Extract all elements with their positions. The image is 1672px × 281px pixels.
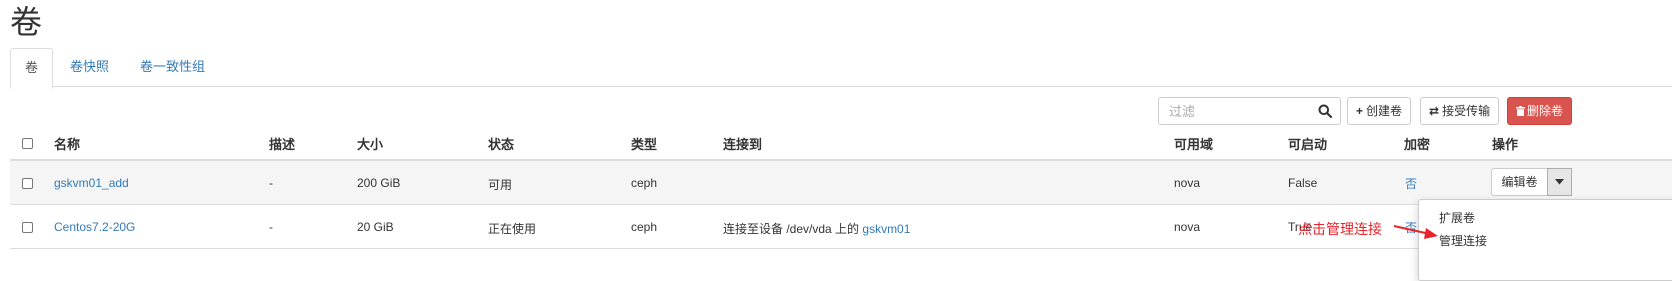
actions-dropdown-toggle[interactable] xyxy=(1547,168,1572,196)
col-header-attached-to[interactable]: 连接到 xyxy=(723,134,762,153)
row-checkbox[interactable] xyxy=(22,178,33,189)
col-header-bootable[interactable]: 可启动 xyxy=(1288,134,1327,153)
transfer-icon: ⇄ xyxy=(1429,104,1440,118)
volume-bootable: False xyxy=(1288,176,1318,190)
col-header-name[interactable]: 名称 xyxy=(54,134,80,153)
volume-description: - xyxy=(269,176,273,190)
attached-instance-link[interactable]: gskvm01 xyxy=(862,222,910,236)
table-row xyxy=(10,161,1672,204)
actions-dropdown-menu: 扩展卷 管理连接 xyxy=(1418,199,1672,281)
menu-item-manage-attachments[interactable]: 管理连接 xyxy=(1439,232,1487,249)
tab-volume-consistency-groups[interactable]: 卷一致性组 xyxy=(126,48,219,86)
tab-volumes[interactable]: 卷 xyxy=(10,48,54,89)
delete-volume-label: 删除卷 xyxy=(1527,104,1564,118)
col-header-encrypted[interactable]: 加密 xyxy=(1404,134,1430,153)
volume-status: 正在使用 xyxy=(488,222,537,236)
tab-volume-snapshots[interactable]: 卷快照 xyxy=(56,48,123,86)
volume-zone: nova xyxy=(1174,220,1201,234)
volume-name-link[interactable]: gskvm01_add xyxy=(54,176,129,190)
volume-status: 可用 xyxy=(488,178,513,192)
filter-input[interactable] xyxy=(1159,98,1329,124)
annotation-arrow-icon xyxy=(1393,225,1438,239)
volume-type: ceph xyxy=(631,220,658,234)
select-all-checkbox[interactable] xyxy=(22,138,33,149)
volume-type: ceph xyxy=(631,176,658,190)
create-volume-button[interactable]: + 创建卷 xyxy=(1347,97,1412,125)
search-icon[interactable] xyxy=(1318,104,1332,118)
create-volume-label: 创建卷 xyxy=(1366,104,1403,118)
col-header-size[interactable]: 大小 xyxy=(357,134,383,153)
page-title: 卷 xyxy=(10,4,43,40)
col-header-type[interactable]: 类型 xyxy=(631,134,657,153)
volume-name-link[interactable]: Centos7.2-20G xyxy=(54,220,135,234)
accept-transfer-label: 接受传输 xyxy=(1442,104,1491,118)
tabs-divider xyxy=(10,86,1672,87)
volume-attachment: 连接至设备 /dev/vda 上的 gskvm01 xyxy=(723,220,910,237)
annotation-label: 点击管理连接 xyxy=(1298,221,1382,237)
trash-icon xyxy=(1516,106,1525,116)
volume-size: 200 GiB xyxy=(357,176,401,190)
col-header-actions: 操作 xyxy=(1492,137,1519,152)
accept-transfer-button[interactable]: ⇄ 接受传输 xyxy=(1420,97,1500,125)
attachment-text: 连接至设备 /dev/vda 上的 xyxy=(723,222,860,236)
volume-description: - xyxy=(269,220,273,234)
volume-zone: nova xyxy=(1174,176,1201,190)
col-header-status[interactable]: 状态 xyxy=(488,134,514,153)
volume-size: 20 GiB xyxy=(357,220,394,234)
menu-item-extend-volume[interactable]: 扩展卷 xyxy=(1439,209,1475,226)
plus-icon: + xyxy=(1356,104,1364,118)
filter-box xyxy=(1158,97,1341,125)
col-header-description[interactable]: 描述 xyxy=(269,134,295,153)
col-header-availability-zone[interactable]: 可用域 xyxy=(1174,134,1213,153)
edit-volume-button[interactable]: 编辑卷 xyxy=(1491,168,1548,196)
delete-volume-button[interactable]: 删除卷 xyxy=(1507,97,1573,125)
caret-down-icon xyxy=(1555,179,1564,185)
volume-encrypted-link[interactable]: 否 xyxy=(1405,175,1417,192)
row-checkbox[interactable] xyxy=(22,222,33,233)
